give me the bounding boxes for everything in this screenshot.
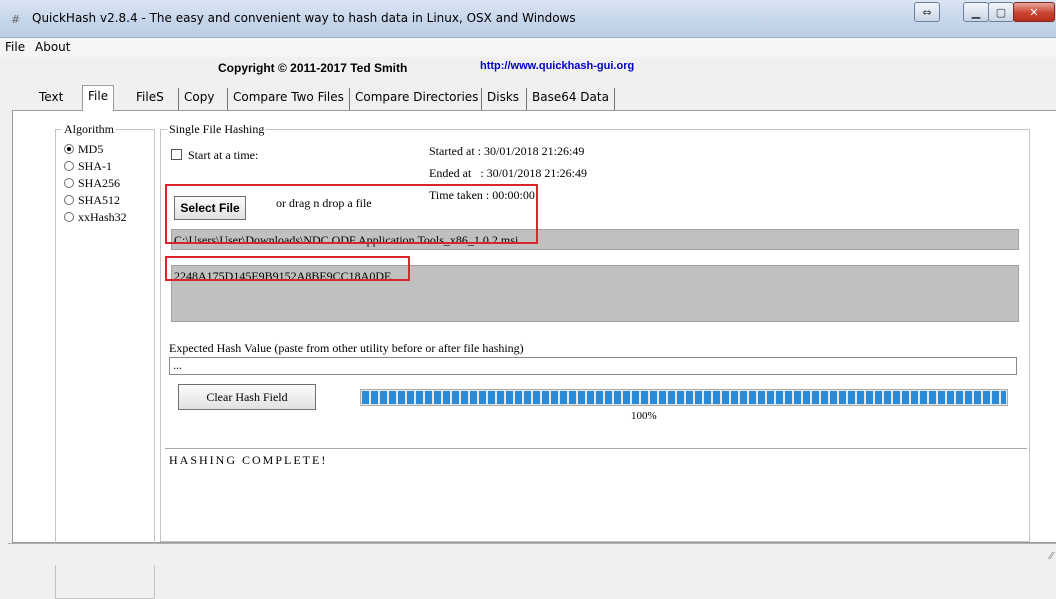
title-bar: # QuickHash v2.8.4 - The easy and conven…: [0, 0, 1056, 38]
window-status-bar: ⁄⁄: [8, 543, 1056, 565]
menu-about[interactable]: About: [35, 40, 70, 54]
client-area: Copyright © 2011-2017 Ted Smith http://w…: [8, 57, 1056, 599]
file-tab-panel: Algorithm MD5 SHA-1 SHA256 SHA512 xxHash…: [12, 110, 1056, 599]
algorithm-legend: Algorithm: [62, 122, 116, 137]
tab-base64-data[interactable]: Base64 Data: [526, 88, 615, 110]
hash-result-field[interactable]: 2248A175D145E9B9152A8BE9CC18A0DE: [171, 265, 1019, 322]
app-icon: #: [11, 13, 21, 26]
radio-sha256[interactable]: SHA256: [64, 176, 120, 191]
tab-file[interactable]: File: [82, 85, 115, 111]
tab-files[interactable]: FileS: [131, 88, 169, 110]
tab-compare-two-files[interactable]: Compare Two Files: [227, 88, 349, 110]
radio-selected-icon: [64, 144, 74, 154]
file-path-field[interactable]: C:\Users\User\Downloads\NDC ODF Applicat…: [171, 229, 1019, 250]
ended-at-text: Ended at : 30/01/2018 21:26:49: [429, 166, 587, 180]
tab-disks[interactable]: Disks: [481, 88, 524, 110]
expected-hash-input[interactable]: ...: [169, 357, 1017, 375]
single-file-hashing-group: Single File Hashing Start at a time: Sta…: [160, 122, 1030, 542]
clear-hash-button[interactable]: Clear Hash Field: [178, 384, 316, 410]
radio-md5[interactable]: MD5: [64, 142, 103, 157]
minimize-button[interactable]: ▁: [963, 2, 989, 22]
radio-xxhash32[interactable]: xxHash32: [64, 210, 127, 225]
resize-grip-icon[interactable]: ⁄⁄: [1050, 551, 1053, 562]
radio-icon: [64, 195, 74, 205]
tab-copy[interactable]: Copy: [178, 88, 219, 110]
tab-text[interactable]: Text: [34, 88, 68, 110]
radio-icon: [64, 161, 74, 171]
time-taken-text: Time taken : 00:00:00: [429, 188, 535, 202]
start-at-time-checkbox[interactable]: Start at a time:: [171, 148, 258, 163]
close-button[interactable]: ✕: [1013, 2, 1055, 22]
hashing-status: HASHING COMPLETE!: [165, 448, 1027, 468]
menu-file[interactable]: File: [5, 40, 25, 54]
progress-label: 100%: [631, 410, 657, 422]
menu-bar: File About: [0, 38, 1056, 57]
checkbox-icon: [171, 149, 182, 160]
started-at-text: Started at : 30/01/2018 21:26:49: [429, 144, 585, 158]
radio-sha1[interactable]: SHA-1: [64, 159, 112, 174]
copyright-text: Copyright © 2011-2017 Ted Smith: [218, 61, 408, 75]
radio-icon: [64, 212, 74, 222]
progress-fill: [362, 391, 1006, 404]
expected-hash-label: Expected Hash Value (paste from other ut…: [169, 341, 524, 355]
progress-bar: [360, 389, 1008, 406]
restore-icon[interactable]: ⇔: [914, 2, 940, 22]
website-link[interactable]: http://www.quickhash-gui.org: [480, 60, 634, 72]
tab-compare-directories[interactable]: Compare Directories: [349, 88, 483, 110]
single-file-legend: Single File Hashing: [167, 122, 267, 137]
select-file-button[interactable]: Select File: [174, 196, 246, 220]
drag-drop-label: or drag n drop a file: [276, 196, 372, 210]
window-title: QuickHash v2.8.4 - The easy and convenie…: [32, 11, 576, 25]
algorithm-group: Algorithm MD5 SHA-1 SHA256 SHA512 xxHash…: [55, 122, 155, 599]
maximize-button[interactable]: ▢: [988, 2, 1014, 22]
radio-sha512[interactable]: SHA512: [64, 193, 120, 208]
radio-icon: [64, 178, 74, 188]
